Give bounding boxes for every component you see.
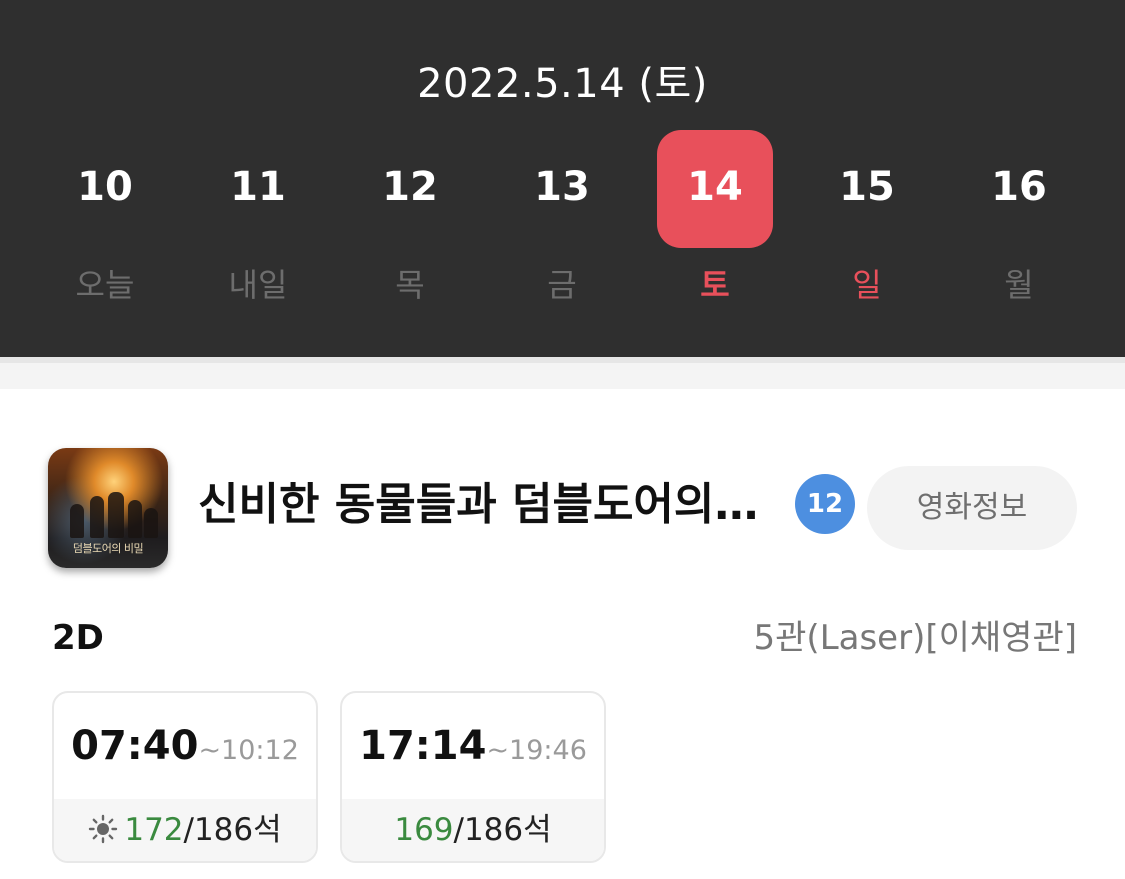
available-seats: 172 xyxy=(124,812,184,848)
day-number: 15 xyxy=(839,164,895,210)
hall-label: 5관(Laser)[이채영관] xyxy=(753,618,1077,658)
poster-figure xyxy=(144,508,158,538)
screen-format-label: 2D xyxy=(52,618,104,658)
day-label-thu: 목 xyxy=(395,266,425,304)
movie-poster[interactable]: 덤블도어의 비밀 xyxy=(48,448,168,568)
showtime-card[interactable]: 17:14~19:46 169/186석 xyxy=(340,691,606,863)
day-14-selected[interactable]: 14 xyxy=(657,130,773,248)
day-label-today: 오늘 xyxy=(75,266,135,304)
date-picker-header: 2022.5.14 (토) 10 오늘 11 내일 12 목 13 금 14 토… xyxy=(0,0,1125,357)
day-number: 13 xyxy=(534,164,590,210)
seat-availability: 172/186석 xyxy=(54,799,316,861)
day-15[interactable]: 15 xyxy=(809,130,925,248)
start-time: 17:14 xyxy=(359,723,487,769)
day-label-sat: 토 xyxy=(700,266,730,304)
showtime-times: 17:14~19:46 xyxy=(342,693,604,799)
end-time: ~19:46 xyxy=(486,735,587,766)
day-number: 16 xyxy=(991,164,1047,210)
day-16[interactable]: 16 xyxy=(961,130,1077,248)
day-number: 12 xyxy=(382,164,438,210)
age-rating-badge: 12 xyxy=(795,474,855,534)
poster-figure xyxy=(128,500,142,538)
day-11[interactable]: 11 xyxy=(200,130,316,248)
day-label-sun: 일 xyxy=(852,266,882,304)
available-seats: 169 xyxy=(394,812,454,848)
day-12[interactable]: 12 xyxy=(352,130,468,248)
showtime-times: 07:40~10:12 xyxy=(54,693,316,799)
showtime-card[interactable]: 07:40~10:12 172/186석 xyxy=(52,691,318,863)
start-time: 07:40 xyxy=(71,723,199,769)
movie-title[interactable]: 신비한 동물들과 덤블도어의 비밀 xyxy=(198,472,768,538)
section-divider xyxy=(0,357,1125,389)
movie-info-button[interactable]: 영화정보 xyxy=(867,466,1077,550)
day-10[interactable]: 10 xyxy=(47,130,163,248)
seat-availability: 169/186석 xyxy=(342,799,604,861)
day-number: 14 xyxy=(687,164,743,210)
day-label-mon: 월 xyxy=(1004,266,1034,304)
day-label-fri: 금 xyxy=(547,266,577,304)
total-seats: /186석 xyxy=(453,812,552,848)
total-seats: /186석 xyxy=(183,812,282,848)
day-number: 10 xyxy=(77,164,133,210)
poster-figure xyxy=(70,504,84,538)
day-13[interactable]: 13 xyxy=(504,130,620,248)
day-number: 11 xyxy=(230,164,286,210)
poster-figure xyxy=(90,496,104,538)
end-time: ~10:12 xyxy=(198,735,299,766)
sun-icon xyxy=(89,814,118,843)
selected-date-title: 2022.5.14 (토) xyxy=(417,61,708,107)
day-label-tomorrow: 내일 xyxy=(228,266,288,304)
poster-caption: 덤블도어의 비밀 xyxy=(72,542,144,555)
poster-figure xyxy=(108,492,124,538)
